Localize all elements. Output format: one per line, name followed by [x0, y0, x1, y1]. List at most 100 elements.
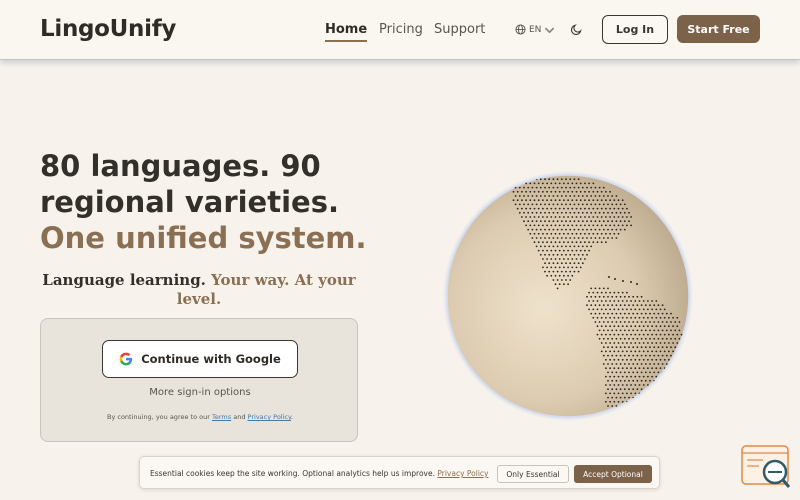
land-dot	[611, 295, 614, 298]
terms-link[interactable]: Terms	[212, 413, 231, 421]
land-dot	[661, 354, 664, 357]
language-selector[interactable]: EN	[515, 24, 555, 35]
land-dot	[613, 300, 616, 302]
land-dot	[661, 337, 664, 340]
chat-search-widget-icon[interactable]	[741, 445, 791, 490]
land-dot	[577, 195, 580, 197]
land-dot	[554, 182, 557, 185]
only-essential-button[interactable]: Only Essential	[497, 465, 569, 483]
land-dot	[663, 350, 666, 353]
land-dot	[640, 371, 643, 374]
land-dot	[577, 228, 580, 231]
land-dot	[653, 346, 656, 349]
cookie-privacy-policy-link[interactable]: Privacy Policy	[437, 469, 488, 478]
land-dot	[527, 203, 530, 206]
privacy-policy-link[interactable]: Privacy Policy	[248, 413, 291, 421]
land-dot	[623, 220, 626, 223]
land-dot	[661, 321, 664, 323]
land-dot	[609, 216, 611, 218]
land-dot	[588, 216, 590, 218]
land-dot	[655, 358, 658, 361]
land-dot	[525, 182, 527, 185]
land-dot	[642, 375, 645, 378]
land-dot	[537, 207, 540, 210]
land-dot	[552, 262, 555, 265]
land-dot	[642, 367, 645, 370]
land-dot	[598, 287, 601, 290]
logo[interactable]: LingoUnify	[40, 16, 176, 42]
land-dot	[623, 228, 626, 231]
land-dot	[571, 216, 574, 218]
land-dot	[623, 211, 626, 214]
nav-pricing[interactable]: Pricing	[379, 22, 423, 37]
land-dot	[529, 190, 532, 193]
island-dot	[636, 283, 638, 285]
land-dot	[554, 190, 557, 193]
land-dot	[655, 375, 658, 378]
login-button[interactable]: Log In	[602, 15, 668, 44]
land-dot	[598, 295, 601, 298]
land-dot	[556, 211, 559, 214]
start-free-button[interactable]: Start Free	[677, 15, 760, 43]
land-dot	[659, 316, 662, 319]
land-dot	[609, 224, 611, 227]
land-dot	[544, 253, 546, 256]
land-dot	[577, 186, 580, 189]
land-dot	[602, 346, 605, 349]
land-dot	[546, 190, 548, 193]
land-dot	[588, 224, 590, 227]
terms-and: and	[233, 413, 246, 421]
land-dot	[577, 245, 580, 248]
land-dot	[533, 199, 536, 202]
land-dot	[556, 228, 559, 231]
land-dot	[542, 258, 544, 260]
land-dot	[617, 384, 620, 386]
land-dot	[573, 237, 576, 239]
land-dot	[674, 337, 677, 340]
nav-support[interactable]: Support	[434, 22, 485, 37]
land-dot	[611, 211, 614, 214]
land-dot	[613, 384, 616, 386]
land-dot	[598, 195, 601, 197]
continue-with-google-button[interactable]: Continue with Google	[102, 340, 298, 378]
more-signin-options-link[interactable]: More sign-in options	[41, 387, 359, 398]
land-dot	[533, 207, 536, 210]
accept-optional-button[interactable]: Accept Optional	[574, 465, 652, 483]
land-dot	[644, 371, 647, 374]
land-dot	[615, 321, 618, 323]
land-dot	[647, 333, 649, 336]
land-dot	[647, 367, 649, 370]
land-dot	[640, 312, 643, 315]
land-dot	[592, 300, 595, 302]
cookie-text: Essential cookies keep the site working.…	[150, 469, 435, 478]
nav-home[interactable]: Home	[325, 22, 368, 42]
land-dot	[651, 342, 653, 344]
land-dot	[554, 274, 557, 277]
land-dot	[613, 400, 616, 403]
land-dot	[649, 321, 651, 323]
land-dot	[638, 358, 641, 361]
globe-icon	[515, 24, 526, 35]
land-dot	[657, 337, 660, 340]
land-dot	[672, 316, 674, 319]
land-dot	[607, 405, 609, 407]
land-dot	[590, 220, 593, 223]
land-dot	[607, 220, 609, 223]
land-dot	[644, 337, 647, 340]
land-dot	[651, 375, 653, 378]
land-dot	[558, 241, 561, 244]
land-dot	[592, 207, 595, 210]
land-dot	[659, 333, 662, 336]
land-dot	[579, 216, 582, 218]
land-dot	[579, 266, 582, 269]
land-dot	[630, 300, 632, 302]
land-dot	[567, 182, 569, 185]
land-dot	[554, 224, 557, 227]
land-dot	[548, 270, 551, 273]
land-dot	[644, 363, 647, 365]
land-dot	[579, 190, 582, 193]
land-dot	[592, 308, 595, 311]
land-dot	[516, 207, 519, 210]
moon-icon[interactable]	[570, 23, 583, 36]
land-dot	[544, 186, 546, 189]
